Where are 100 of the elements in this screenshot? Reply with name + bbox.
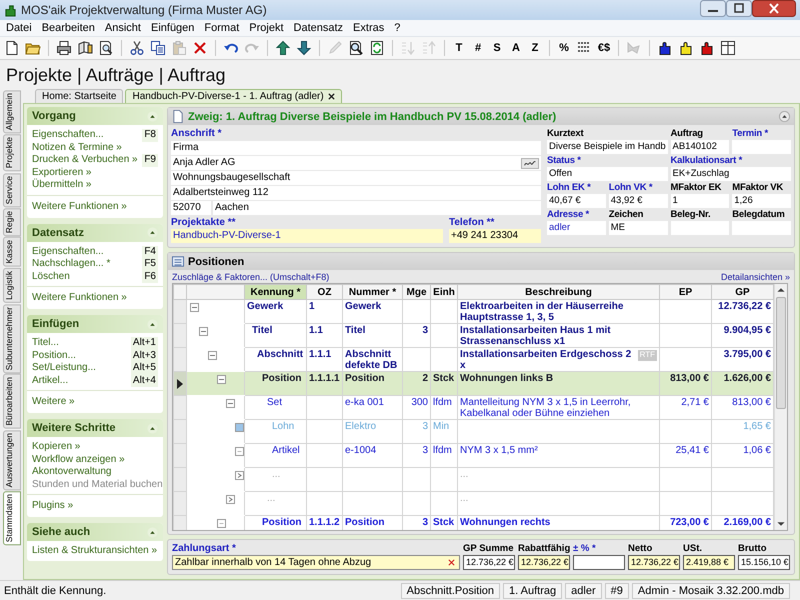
puzzle-icon[interactable]: [657, 40, 673, 56]
tree-node-icon[interactable]: [235, 471, 244, 480]
field-label[interactable]: Lohn EK *: [547, 182, 606, 194]
address-field[interactable]: Firma: [171, 141, 541, 155]
puzzle-icon[interactable]: [678, 40, 694, 56]
layout-icon[interactable]: [720, 40, 736, 56]
total-field[interactable]: 2.419,88 €: [683, 555, 735, 570]
menu-item[interactable]: Bearbeiten: [38, 22, 101, 34]
field-label[interactable]: Telefon **: [449, 217, 541, 229]
new-document-icon[interactable]: [4, 40, 20, 56]
field-label[interactable]: Termin *: [732, 128, 791, 140]
panel-header[interactable]: Weitere Schritte: [27, 419, 163, 437]
side-tab[interactable]: Projekte: [3, 134, 21, 172]
document-tab[interactable]: Handbuch-PV-Diverse-1 - 1. Auftrag (adler): [125, 89, 342, 103]
side-tab[interactable]: Auswertungen: [3, 430, 21, 490]
text-field[interactable]: 1: [670, 194, 730, 208]
total-field[interactable]: 15.156,10 €: [738, 555, 790, 570]
puzzle-icon[interactable]: [699, 40, 715, 56]
task-link[interactable]: Akontoverwaltung: [32, 466, 112, 478]
scroll-thumb[interactable]: [776, 297, 786, 409]
field-label[interactable]: GP Summe: [463, 543, 515, 555]
maximize-button[interactable]: [726, 0, 752, 17]
city-field[interactable]: Aachen: [213, 201, 541, 215]
field-label[interactable]: Kurztext: [547, 128, 668, 140]
text-field[interactable]: EK+Zuschlag: [670, 167, 791, 181]
field-label[interactable]: MFaktor EK: [670, 182, 730, 194]
task-link[interactable]: Weitere »: [32, 396, 75, 407]
tree-node-icon[interactable]: [217, 519, 226, 528]
side-tab[interactable]: Subunternehmer: [3, 304, 21, 373]
field-label[interactable]: Netto: [628, 543, 680, 555]
task-link[interactable]: Eigenschaften...: [32, 246, 104, 258]
print-preview-icon[interactable]: [98, 40, 114, 56]
text-field[interactable]: 43,92 €: [608, 194, 668, 208]
address-field[interactable]: Anja Adler AG: [171, 156, 541, 170]
task-link[interactable]: Kopieren »: [32, 441, 80, 454]
collapse-icon[interactable]: [147, 110, 158, 122]
panel-header[interactable]: Siehe auch: [27, 523, 163, 541]
column-header[interactable]: Mge: [402, 284, 430, 300]
field-label[interactable]: Projektakte **: [171, 217, 443, 229]
clear-icon[interactable]: [448, 559, 455, 566]
payment-field[interactable]: Zahlbar innerhalb von 14 Tagen ohne Abzug: [172, 555, 460, 570]
total-field[interactable]: 12.736,22 €: [628, 555, 680, 570]
total-field[interactable]: 12.736,22 €: [518, 555, 570, 570]
tree-node-icon[interactable]: [235, 447, 244, 456]
text-field[interactable]: 40,67 €: [547, 194, 606, 208]
document-tab[interactable]: Home: Startseite: [35, 89, 124, 103]
side-tab[interactable]: Logistik: [3, 268, 21, 303]
toolbar-button[interactable]: Z: [527, 42, 543, 54]
side-tab[interactable]: Büroarbeiten: [3, 374, 21, 429]
text-field[interactable]: Diverse Beispiele im Handb: [547, 140, 668, 154]
menu-item[interactable]: Datei: [2, 22, 38, 34]
collapse-icon[interactable]: [147, 526, 158, 538]
printer-icon[interactable]: [56, 40, 72, 56]
side-tab[interactable]: Regie: [3, 208, 21, 236]
column-header[interactable]: GP: [712, 284, 774, 300]
delete-icon[interactable]: [192, 40, 208, 56]
panel-header[interactable]: Datensatz: [27, 224, 163, 242]
total-field[interactable]: [573, 555, 625, 570]
surcharges-link[interactable]: Zuschläge & Faktoren... (Umschalt+F8): [172, 272, 330, 282]
collapse-icon[interactable]: [147, 227, 158, 238]
field-label[interactable]: Brutto: [738, 543, 790, 555]
toolbar-button[interactable]: T: [451, 42, 467, 54]
tree-node-icon[interactable]: [208, 351, 217, 360]
address-field[interactable]: Wohnungsbaugesellschaft: [171, 171, 541, 185]
field-label[interactable]: Kalkulationsart *: [670, 155, 791, 167]
side-tab[interactable]: Allgemein: [3, 90, 21, 134]
menu-item[interactable]: Projekt: [245, 22, 290, 34]
field-label[interactable]: MFaktor VK: [732, 182, 791, 194]
task-link[interactable]: Artikel...: [32, 374, 68, 387]
tree-node-icon[interactable]: [235, 423, 244, 432]
column-header[interactable]: Beschreibung: [458, 284, 660, 300]
menu-item[interactable]: Ansicht: [100, 22, 147, 34]
field-label[interactable]: Beleg-Nr.: [670, 209, 730, 221]
field-label[interactable]: USt.: [683, 543, 735, 555]
task-link[interactable]: Titel...: [32, 337, 59, 350]
task-link[interactable]: Weitere Funktionen »: [32, 292, 127, 303]
total-field[interactable]: 12.736,22 €: [463, 555, 515, 570]
text-field[interactable]: Handbuch-PV-Diverse-1: [171, 229, 443, 243]
task-link[interactable]: Workflow anzeigen »: [32, 454, 125, 466]
column-header[interactable]: OZ: [306, 284, 342, 300]
field-label[interactable]: Status *: [547, 155, 668, 167]
menu-item[interactable]: Einfügen: [146, 22, 200, 34]
close-icon[interactable]: [328, 93, 335, 100]
menu-item[interactable]: Datensatz: [290, 22, 350, 34]
task-link[interactable]: Listen & Strukturansichten »: [32, 545, 158, 558]
task-link[interactable]: Eigenschaften...: [32, 129, 104, 142]
toolbar-button[interactable]: #: [470, 42, 486, 54]
search-icon[interactable]: [348, 40, 364, 56]
scissors-icon[interactable]: [129, 40, 145, 56]
row-selector[interactable]: [174, 372, 186, 396]
scrollbar[interactable]: [774, 284, 787, 530]
field-label[interactable]: ± % *: [573, 543, 625, 555]
side-tab[interactable]: Service: [3, 172, 21, 207]
tree-node-icon[interactable]: [199, 327, 208, 336]
collapse-icon[interactable]: [779, 111, 790, 122]
column-header[interactable]: EP: [660, 284, 712, 300]
text-field[interactable]: Offen: [547, 167, 668, 181]
task-link[interactable]: Plugins »: [32, 500, 74, 511]
collapse-icon[interactable]: [147, 318, 158, 330]
arrow-up-icon[interactable]: [275, 40, 291, 56]
